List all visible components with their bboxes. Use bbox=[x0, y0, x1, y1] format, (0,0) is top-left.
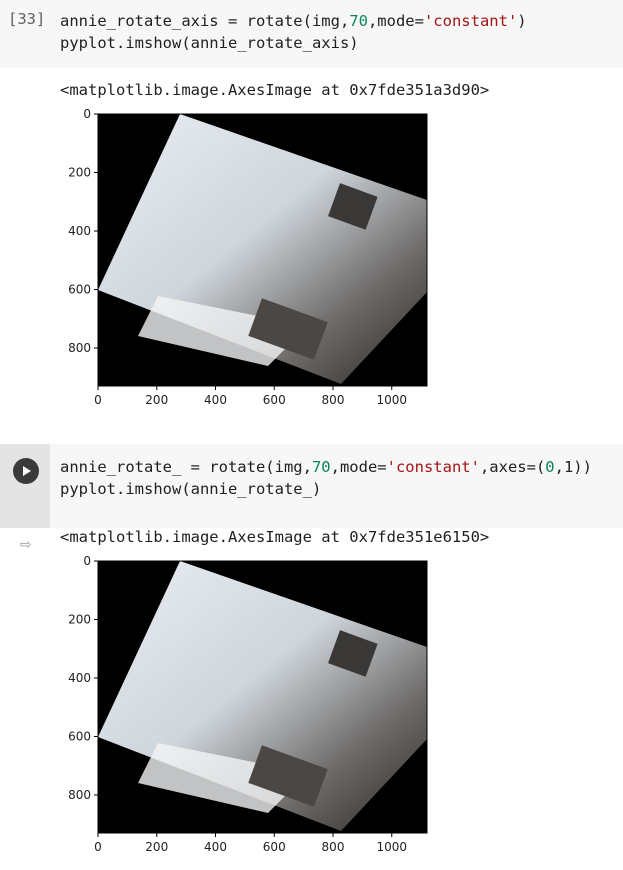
x-tick-label: 400 bbox=[204, 393, 227, 407]
x-tick-label: 200 bbox=[145, 840, 168, 854]
x-tick-label: 0 bbox=[94, 393, 102, 407]
code-text: ) bbox=[517, 12, 527, 30]
y-tick-label: 800 bbox=[68, 341, 91, 355]
code-editor[interactable]: annie_rotate_axis = rotate(img,70,mode='… bbox=[60, 10, 527, 54]
cell-output-text: <matplotlib.image.AxesImage at 0x7fde351… bbox=[60, 81, 490, 99]
x-tick-label: 600 bbox=[263, 393, 286, 407]
code-text: pyplot.imshow(annie_rotate_axis) bbox=[60, 34, 359, 52]
y-tick-label: 800 bbox=[68, 788, 91, 802]
y-tick-label: 200 bbox=[68, 165, 91, 179]
code-string: 'constant' bbox=[423, 12, 518, 30]
y-tick-label: 0 bbox=[83, 107, 91, 121]
y-tick-label: 400 bbox=[68, 224, 91, 238]
y-tick-label: 200 bbox=[68, 612, 91, 626]
code-text: ,mode= bbox=[367, 12, 424, 30]
code-number: 70 bbox=[349, 12, 368, 30]
x-tick-label: 200 bbox=[145, 393, 168, 407]
code-text: annie_rotate_axis = rotate(img, bbox=[60, 12, 350, 30]
x-tick-label: 1000 bbox=[376, 393, 407, 407]
x-tick-label: 800 bbox=[322, 393, 345, 407]
imshow-plot-2: 0 200 400 600 800 1000 0 200 400 600 800 bbox=[68, 554, 428, 854]
y-tick-label: 0 bbox=[83, 554, 91, 568]
x-tick-label: 600 bbox=[263, 840, 286, 854]
y-tick-label: 600 bbox=[68, 729, 91, 743]
execution-count: [33] bbox=[8, 10, 46, 28]
code-cell-1[interactable]: [33] annie_rotate_axis = rotate(img,70,m… bbox=[0, 0, 623, 68]
y-tick-label: 400 bbox=[68, 671, 91, 685]
x-tick-label: 0 bbox=[94, 840, 102, 854]
imshow-plot-1: 0 200 400 600 800 1000 0 200 400 600 800 bbox=[68, 107, 428, 407]
x-tick-label: 1000 bbox=[376, 840, 407, 854]
y-tick-label: 600 bbox=[68, 282, 91, 296]
cell-output-text: <matplotlib.image.AxesImage at 0x7fde351… bbox=[60, 528, 490, 546]
x-tick-label: 800 bbox=[322, 840, 345, 854]
x-tick-label: 400 bbox=[204, 840, 227, 854]
